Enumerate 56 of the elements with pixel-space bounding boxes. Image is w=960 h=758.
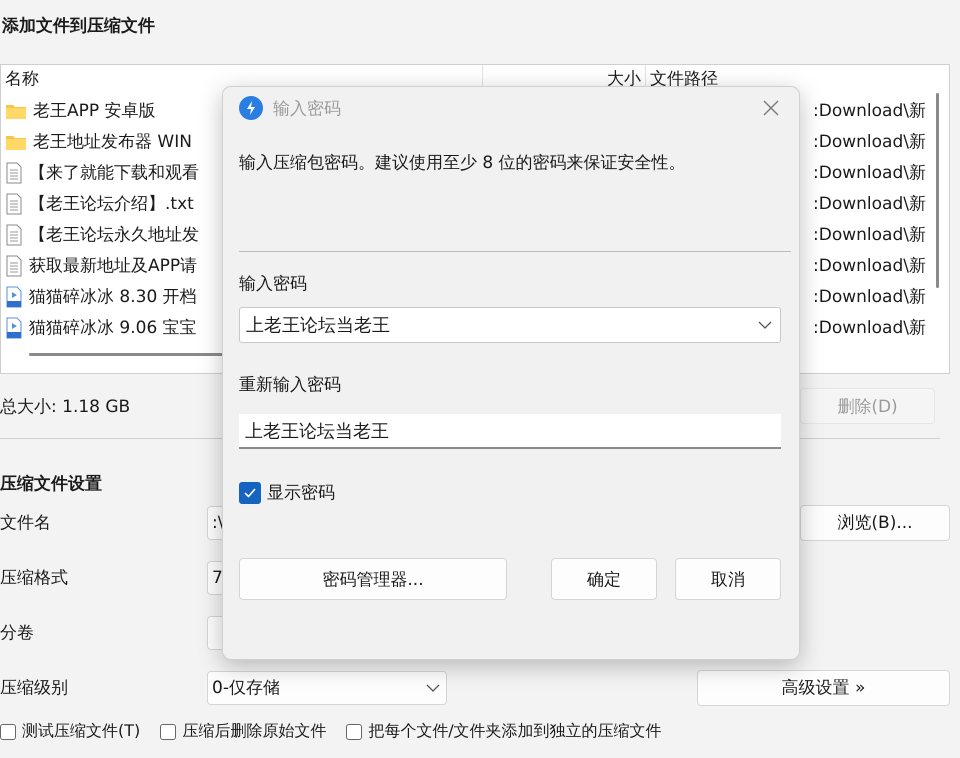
file-path: :Download\新 — [813, 100, 926, 122]
file-name: 老王APP 安卓版 — [33, 100, 156, 122]
dropdown[interactable]: 0-仅存储 — [207, 670, 447, 704]
document-icon — [5, 224, 23, 246]
checkbox-label: 把每个文件/文件夹添加到独立的压缩文件 — [368, 721, 662, 742]
checkbox[interactable] — [0, 724, 16, 740]
password-field[interactable]: 上老王论坛当老王 — [239, 307, 781, 343]
file-name: 猫猫碎冰冰 9.06 宝宝 — [29, 317, 197, 339]
file-name: 猫猫碎冰冰 8.30 开档 — [29, 286, 197, 308]
dialog-title: 输入密码 — [273, 98, 342, 120]
dialog-button[interactable]: 确定 — [551, 558, 657, 600]
file-path: :Download\新 — [813, 224, 926, 246]
dialog-button[interactable]: 取消 — [675, 558, 781, 600]
video-file-icon — [5, 316, 23, 338]
field-label: 文件名 — [0, 512, 52, 534]
confirm-password-field[interactable]: 上老王论坛当老王 — [239, 414, 781, 449]
advanced-settings-button[interactable]: 高级设置 » — [697, 670, 950, 706]
file-name: 获取最新地址及APP请 — [29, 255, 198, 277]
close-icon — [763, 100, 779, 116]
total-size-label: 总大小: 1.18 GB — [0, 396, 130, 418]
column-header[interactable]: 文件路径 — [646, 65, 916, 90]
checkbox[interactable] — [160, 724, 176, 740]
file-path: :Download\新 — [813, 317, 926, 339]
checkbox[interactable] — [346, 724, 362, 740]
file-path: :Download\新 — [813, 162, 926, 184]
checkbox-label: 显示密码 — [267, 482, 335, 504]
field-label: 压缩格式 — [0, 567, 69, 589]
checkbox-label: 测试压缩文件(T) — [22, 721, 140, 742]
dialog-message: 输入压缩包密码。建议使用至少 8 位的密码来保证安全性。 — [239, 152, 687, 175]
app-logo-icon — [239, 96, 263, 120]
field-label: 输入密码 — [239, 273, 308, 295]
file-path: :Download\新 — [813, 286, 926, 308]
browse-button[interactable]: 浏览(B)... — [800, 504, 950, 540]
checkbox[interactable] — [239, 482, 261, 504]
file-path: :Download\新 — [813, 193, 926, 215]
section-heading: 压缩文件设置 — [0, 473, 102, 495]
checkmark-icon — [244, 488, 256, 498]
file-path: :Download\新 — [813, 131, 926, 153]
chevron-down-icon — [758, 321, 772, 329]
field-label: 重新输入密码 — [239, 374, 342, 396]
scrollbar-thumb[interactable] — [936, 93, 939, 288]
document-icon — [5, 254, 23, 276]
file-name: 【老王论坛永久地址发 — [29, 224, 199, 246]
field-label: 压缩级别 — [0, 677, 69, 699]
file-name: 老王地址发布器 WIN — [33, 131, 192, 153]
field-label: 分卷 — [0, 622, 35, 644]
chevron-down-icon — [426, 684, 440, 692]
window-title: 添加文件到压缩文件 — [1, 15, 156, 38]
document-icon — [5, 192, 23, 214]
dialog-button[interactable]: 密码管理器... — [239, 558, 507, 600]
file-path: :Download\新 — [813, 255, 926, 277]
document-icon — [5, 162, 23, 184]
file-name: 【来了就能下载和观看 — [29, 162, 199, 184]
file-name: 【老王论坛介绍】.txt — [29, 193, 194, 215]
checkbox-label: 压缩后删除原始文件 — [182, 721, 326, 742]
video-file-icon — [5, 286, 23, 308]
